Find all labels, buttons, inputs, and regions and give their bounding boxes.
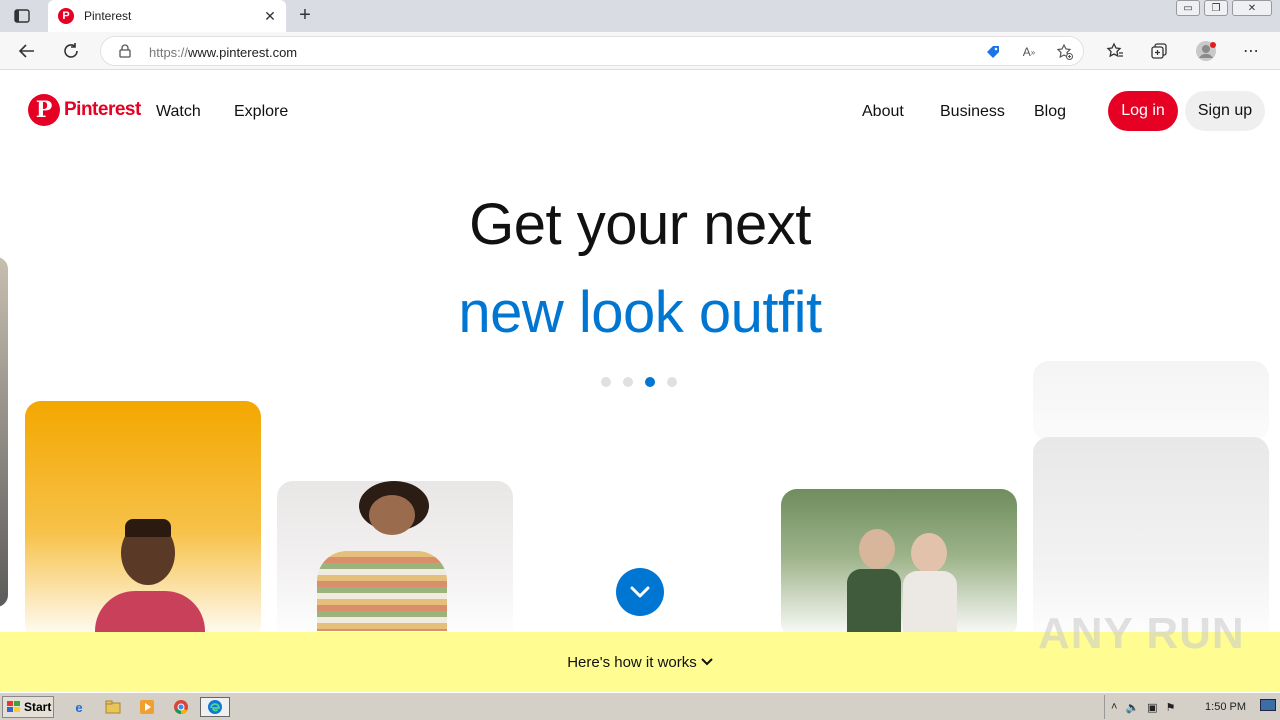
start-label: Start xyxy=(24,700,52,714)
hair-figure xyxy=(125,519,171,537)
new-tab-icon[interactable]: + xyxy=(294,4,316,26)
tray-expand-icon[interactable]: ˄ xyxy=(1111,701,1117,713)
carousel-dot[interactable] xyxy=(623,377,633,387)
volume-icon[interactable]: 🔈 xyxy=(1125,701,1139,714)
person-figure xyxy=(369,495,415,535)
headline-line1: Get your next xyxy=(469,192,811,257)
carousel-dots xyxy=(601,377,677,387)
network-icon[interactable]: ▣ xyxy=(1147,701,1157,714)
browser-tab-bar: P Pinterest ✕ + ▭ ❐ ✕ xyxy=(0,0,1280,32)
shopping-tag-icon[interactable] xyxy=(983,42,1003,62)
edge-icon[interactable] xyxy=(200,697,230,717)
more-options-icon[interactable]: ⋯ xyxy=(1238,38,1264,64)
lock-icon[interactable] xyxy=(119,44,131,63)
window-close-button[interactable]: ✕ xyxy=(1232,0,1272,16)
carousel-dot[interactable] xyxy=(601,377,611,387)
headline-line2: new look outfit xyxy=(458,280,822,345)
start-button[interactable]: Start xyxy=(2,696,54,718)
show-desktop-icon[interactable] xyxy=(1260,699,1276,711)
pinterest-page: P Pinterest Watch Explore About Business… xyxy=(0,71,1280,692)
read-aloud-icon[interactable]: A» xyxy=(1019,42,1039,62)
anyrun-watermark: ANY RUN xyxy=(1038,609,1245,658)
pinterest-favicon-icon: P xyxy=(58,8,74,24)
nav-business-link[interactable]: Business xyxy=(940,103,1005,121)
nav-watch-link[interactable]: Watch xyxy=(156,103,201,121)
nav-explore-link[interactable]: Explore xyxy=(234,103,288,121)
pin-image-card[interactable] xyxy=(0,257,8,607)
chevron-down-icon xyxy=(630,586,650,598)
refresh-icon[interactable] xyxy=(58,38,84,64)
favorites-icon[interactable] xyxy=(1102,38,1128,64)
pin-image-card[interactable] xyxy=(1033,361,1269,441)
striped-shirt-figure xyxy=(317,551,447,631)
shirt-figure xyxy=(903,571,957,639)
url-text[interactable]: https://www.pinterest.com xyxy=(149,45,297,60)
pin-image-card[interactable] xyxy=(25,401,261,641)
signup-button[interactable]: Sign up xyxy=(1185,91,1265,131)
carousel-dot-active[interactable] xyxy=(645,377,655,387)
profile-avatar-icon[interactable] xyxy=(1193,38,1219,64)
chevron-down-icon xyxy=(701,658,713,666)
windows-logo-icon xyxy=(7,701,20,712)
person-figure xyxy=(911,533,947,573)
minimize-button[interactable]: ▭ xyxy=(1176,0,1200,16)
collections-icon[interactable] xyxy=(1146,38,1172,64)
pin-image-card[interactable] xyxy=(781,489,1017,639)
nav-about-link[interactable]: About xyxy=(862,103,904,121)
nav-blog-link[interactable]: Blog xyxy=(1034,103,1066,121)
tab-title: Pinterest xyxy=(84,9,132,23)
brand-logo[interactable]: P Pinterest xyxy=(28,94,141,126)
windows-taskbar: Start e ˄ 🔈 ▣ ⚑ 1:50 PM xyxy=(0,692,1280,720)
system-tray: ˄ 🔈 ▣ ⚑ 1:50 PM xyxy=(1104,695,1280,719)
browser-tab[interactable]: P Pinterest ✕ xyxy=(48,0,286,32)
scroll-down-button[interactable] xyxy=(616,568,664,616)
media-player-icon[interactable] xyxy=(136,697,158,717)
flag-icon[interactable]: ⚑ xyxy=(1166,701,1176,714)
pinterest-logo-icon: P xyxy=(28,94,60,126)
brand-name: Pinterest xyxy=(64,99,141,120)
how-it-works-label: Here's how it works xyxy=(567,653,697,671)
carousel-dot[interactable] xyxy=(667,377,677,387)
window-controls: ▭ ❐ ✕ xyxy=(1176,0,1272,18)
add-favorite-icon[interactable] xyxy=(1055,42,1075,62)
jacket-figure xyxy=(847,569,901,639)
person-figure xyxy=(859,529,895,569)
restore-button[interactable]: ❐ xyxy=(1204,0,1228,16)
taskbar-clock[interactable]: 1:50 PM xyxy=(1205,701,1246,713)
internet-explorer-icon[interactable]: e xyxy=(68,697,90,717)
browser-toolbar: https://www.pinterest.com A» ⋯ xyxy=(0,32,1280,70)
close-tab-icon[interactable]: ✕ xyxy=(260,6,280,26)
tab-actions-icon[interactable] xyxy=(10,6,34,26)
login-button[interactable]: Log in xyxy=(1108,91,1178,131)
chrome-icon[interactable] xyxy=(170,697,192,717)
back-icon[interactable] xyxy=(14,38,40,64)
pin-image-card[interactable] xyxy=(277,481,513,641)
file-explorer-icon[interactable] xyxy=(102,697,124,717)
address-bar[interactable]: https://www.pinterest.com A» xyxy=(100,36,1084,66)
